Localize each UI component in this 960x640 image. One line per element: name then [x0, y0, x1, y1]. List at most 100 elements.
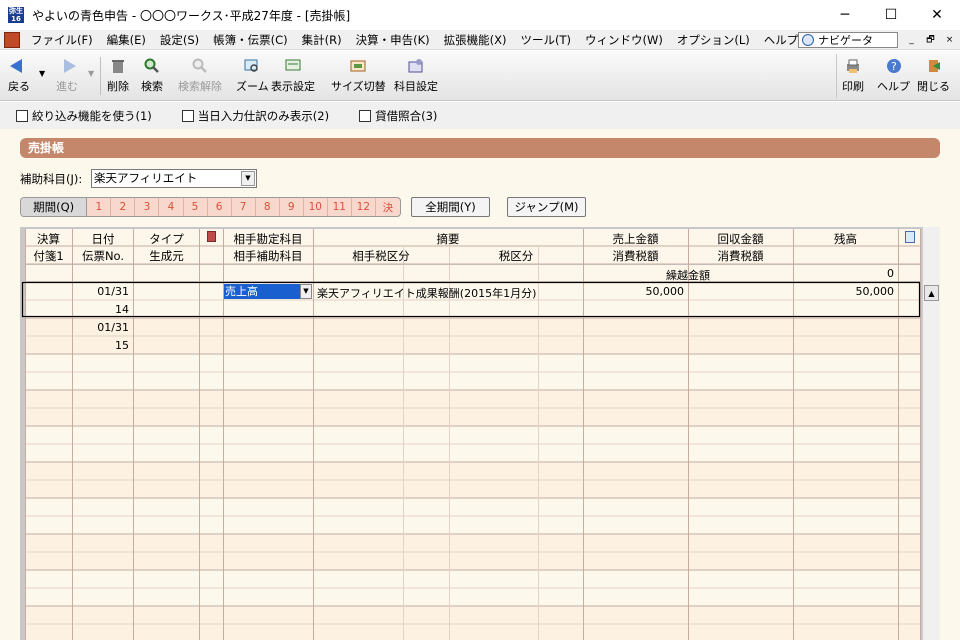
account-settings-button[interactable]: 科目設定 [394, 57, 438, 97]
chevron-down-icon: ▼ [88, 69, 95, 78]
document-menu-icon[interactable] [4, 31, 20, 48]
ledger-panel: 売掛帳 補助科目(J): 楽天アフィリエイト ▼ 期間(Q) 1 2 3 4 5… [0, 129, 960, 640]
header-description: 摘要 [436, 232, 460, 246]
menu-extensions[interactable]: 拡張機能(X) [437, 32, 514, 48]
menu-settings[interactable]: 設定(S) [153, 32, 206, 48]
month-12[interactable]: 12 [352, 198, 376, 216]
search-clear-icon [190, 57, 210, 75]
close-window-button[interactable]: ✕ [914, 0, 960, 30]
carry-forward-label: 繰越金額 [666, 269, 710, 282]
header-counter-account: 相手勘定科目 [233, 232, 303, 246]
vertical-scrollbar[interactable]: ▲ [922, 227, 940, 640]
mdi-minimize-button[interactable]: _ [903, 32, 920, 47]
checkbox-box[interactable] [359, 109, 372, 122]
month-2[interactable]: 2 [111, 198, 136, 216]
entry-date[interactable]: 01/31 [73, 321, 129, 334]
delete-button[interactable]: 削除 [107, 57, 129, 97]
header-sales-tax: 消費税額 [612, 249, 659, 263]
month-5[interactable]: 5 [184, 198, 208, 216]
entry-slip-no[interactable]: 14 [73, 303, 129, 316]
carry-forward-value: 0 [887, 267, 894, 280]
back-button[interactable]: 戻る [8, 57, 30, 97]
mdi-restore-button[interactable]: 🗗 [922, 32, 939, 47]
header-counter-sub-account: 相手補助科目 [233, 249, 303, 263]
trash-icon [108, 57, 128, 75]
balance-check-checkbox[interactable]: 貸借照合(3) [359, 108, 437, 124]
checkbox-box[interactable] [16, 109, 28, 122]
month-10[interactable]: 10 [304, 198, 328, 216]
entry-sales[interactable]: 50,000 [584, 285, 685, 298]
minimize-button[interactable]: ─ [822, 0, 868, 30]
svg-text:?: ? [891, 60, 897, 73]
section-title: 売掛帳 [20, 138, 940, 158]
display-settings-icon [283, 57, 303, 75]
search-clear-button[interactable]: 検索解除 [178, 57, 222, 97]
search-button[interactable]: 検索 [141, 57, 163, 97]
account-settings-icon [406, 57, 426, 75]
navigator-label: ナビゲータ [818, 34, 873, 47]
size-toggle-button[interactable]: サイズ切替 [331, 57, 386, 97]
month-7[interactable]: 7 [232, 198, 256, 216]
month-3[interactable]: 3 [135, 198, 160, 216]
sub-account-select[interactable]: 楽天アフィリエイト ▼ [91, 169, 257, 188]
menu-ledger[interactable]: 帳簿・伝票(C) [206, 32, 295, 48]
today-only-checkbox[interactable]: 当日入力仕訳のみ表示(2) [181, 108, 329, 124]
menu-options[interactable]: オプション(L) [670, 32, 757, 48]
size-toggle-icon [348, 57, 368, 75]
close-ledger-button[interactable]: 閉じる [917, 57, 950, 97]
back-arrow-icon [9, 57, 29, 75]
checkbox-box[interactable] [181, 109, 194, 122]
maximize-button[interactable]: ☐ [868, 0, 914, 30]
exit-door-icon [924, 57, 944, 75]
month-settlement[interactable]: 決 [376, 198, 400, 216]
period-button[interactable]: 期間(Q) [21, 198, 88, 216]
menu-file[interactable]: ファイル(F) [24, 32, 100, 48]
sub-account-value: 楽天アフィリエイト [94, 171, 198, 185]
entry-description[interactable]: 楽天アフィリエイト成果報酬(2015年1月分) [317, 285, 579, 301]
zoom-button[interactable]: ズーム [236, 57, 269, 97]
header-tax-class: 税区分 [498, 249, 534, 263]
menu-tools[interactable]: ツール(T) [513, 32, 578, 48]
month-6[interactable]: 6 [208, 198, 232, 216]
forward-button[interactable]: 進む [56, 57, 78, 97]
header-date: 日付 [91, 232, 115, 246]
print-button[interactable]: 印刷 [842, 57, 864, 97]
help-icon: ? [884, 57, 904, 75]
month-1[interactable]: 1 [87, 198, 112, 216]
entry-balance[interactable]: 50,000 [794, 285, 895, 298]
menu-edit[interactable]: 編集(E) [100, 32, 153, 48]
header-balance: 残高 [834, 232, 857, 246]
forward-arrow-icon [57, 57, 77, 75]
display-settings-button[interactable]: 表示設定 [271, 57, 315, 97]
filter-checkbox[interactable]: 絞り込み機能を使う(1) [16, 108, 152, 124]
scroll-up-icon[interactable]: ▲ [924, 285, 939, 301]
menu-window[interactable]: ウィンドウ(W) [578, 32, 670, 48]
all-period-button[interactable]: 全期間(Y) [411, 197, 490, 217]
month-4[interactable]: 4 [159, 198, 184, 216]
chevron-down-icon[interactable]: ▼ [241, 171, 255, 186]
counter-account-select[interactable]: 売上高 ▼ [224, 284, 312, 299]
menu-report[interactable]: 集計(R) [295, 32, 349, 48]
zoom-icon [242, 57, 262, 75]
mdi-close-button[interactable]: × [941, 32, 958, 47]
header-slip-no: 伝票No. [81, 249, 125, 263]
navigator-button[interactable]: ナビゲータ [798, 32, 898, 48]
month-11[interactable]: 11 [328, 198, 352, 216]
period-selector: 期間(Q) 1 2 3 4 5 6 7 8 9 10 11 12 決 [20, 197, 401, 217]
header-sticky-note: 付箋1 [33, 249, 64, 263]
toolbar: 戻る ▼ 進む ▼ 削除 検索 検索解除 ズーム 表示設定 サイズ切替 科目設定… [0, 51, 960, 101]
printer-icon [843, 57, 863, 75]
help-button[interactable]: ? ヘルプ [877, 57, 910, 97]
chevron-down-icon[interactable]: ▼ [300, 284, 312, 299]
header-origin: 生成元 [149, 249, 184, 263]
jump-button[interactable]: ジャンプ(M) [507, 197, 586, 217]
header-type: タイプ [149, 232, 184, 246]
month-9[interactable]: 9 [280, 198, 304, 216]
note-icon [200, 231, 222, 245]
memo-icon[interactable] [900, 231, 920, 246]
entry-slip-no[interactable]: 15 [73, 339, 129, 352]
search-icon [142, 57, 162, 75]
menu-settlement[interactable]: 決算・申告(K) [349, 32, 437, 48]
month-8[interactable]: 8 [256, 198, 280, 216]
entry-date[interactable]: 01/31 [73, 285, 129, 298]
